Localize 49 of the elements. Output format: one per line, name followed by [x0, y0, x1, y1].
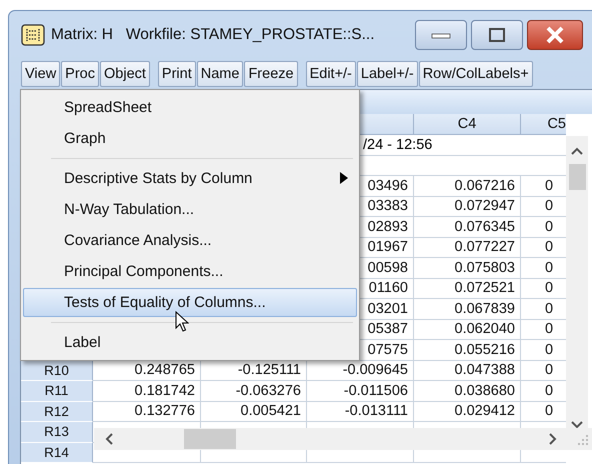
- matrix-icon: [21, 24, 45, 46]
- table-cell: 0.077227: [414, 238, 521, 258]
- table-cell: 0.005421: [201, 402, 307, 422]
- maximize-icon: [488, 27, 506, 43]
- table-cell: 0.029412: [414, 402, 521, 422]
- row-header[interactable]: R12: [21, 402, 93, 422]
- table-cell: 0.132776: [93, 402, 201, 422]
- toolbar-button[interactable]: Edit+/-: [306, 61, 356, 87]
- table-cell: 0.055216: [414, 340, 521, 360]
- scroll-thumb[interactable]: [568, 164, 586, 190]
- column-header[interactable]: C5: [521, 114, 566, 135]
- menu-item[interactable]: Tests of Equality of Columns...: [23, 288, 357, 317]
- maximize-button[interactable]: [471, 20, 523, 50]
- toolbar-button[interactable]: Print: [158, 61, 196, 87]
- toolbar-button[interactable]: Row/ColLabels+: [418, 61, 533, 87]
- close-button[interactable]: [527, 20, 583, 50]
- menu-item[interactable]: SpreadSheet: [23, 93, 357, 122]
- table-cell: 0.075803: [414, 258, 521, 278]
- submenu-arrow-icon: [340, 172, 348, 184]
- column-header[interactable]: C4: [414, 114, 521, 135]
- minimize-button[interactable]: [415, 20, 467, 50]
- table-cell: 0.047388: [414, 360, 521, 381]
- table-cell: -0.013111: [307, 402, 414, 422]
- close-icon: [545, 26, 565, 44]
- table-cell: -0.063276: [201, 381, 307, 402]
- table-cell: 0.067216: [414, 176, 521, 196]
- vertical-scrollbar[interactable]: [566, 136, 588, 430]
- table-cell: 0.067839: [414, 299, 521, 320]
- toolbar-button[interactable]: Object: [100, 61, 150, 87]
- table-cell: 0.076345: [414, 217, 521, 238]
- toolbar-button[interactable]: Proc: [61, 61, 99, 87]
- row-header[interactable]: R13: [21, 422, 93, 442]
- toolbar-button[interactable]: Label+/-: [356, 61, 418, 87]
- row-header[interactable]: R11: [21, 381, 93, 402]
- horizontal-scrollbar[interactable]: [94, 428, 592, 450]
- table-cell: 0.072947: [414, 196, 521, 217]
- toolbar-button[interactable]: View: [21, 61, 60, 87]
- table-cell: 0.062040: [414, 320, 521, 340]
- table-cell: 0.038680: [414, 381, 521, 402]
- table-cell: 0.181742: [93, 381, 201, 402]
- toolbar-button[interactable]: Name: [196, 61, 244, 87]
- mouse-pointer-icon: [175, 311, 189, 333]
- table-cell: 0.072521: [414, 278, 521, 299]
- row-header[interactable]: R10: [21, 360, 93, 381]
- toolbar-button[interactable]: Freeze: [244, 61, 298, 87]
- window-title: Matrix: H Workfile: STAMEY_PROSTATE::S...: [51, 26, 376, 44]
- table-cell: -0.011506: [307, 381, 414, 402]
- row-header[interactable]: R14: [21, 442, 93, 463]
- scroll-thumb[interactable]: [184, 429, 236, 449]
